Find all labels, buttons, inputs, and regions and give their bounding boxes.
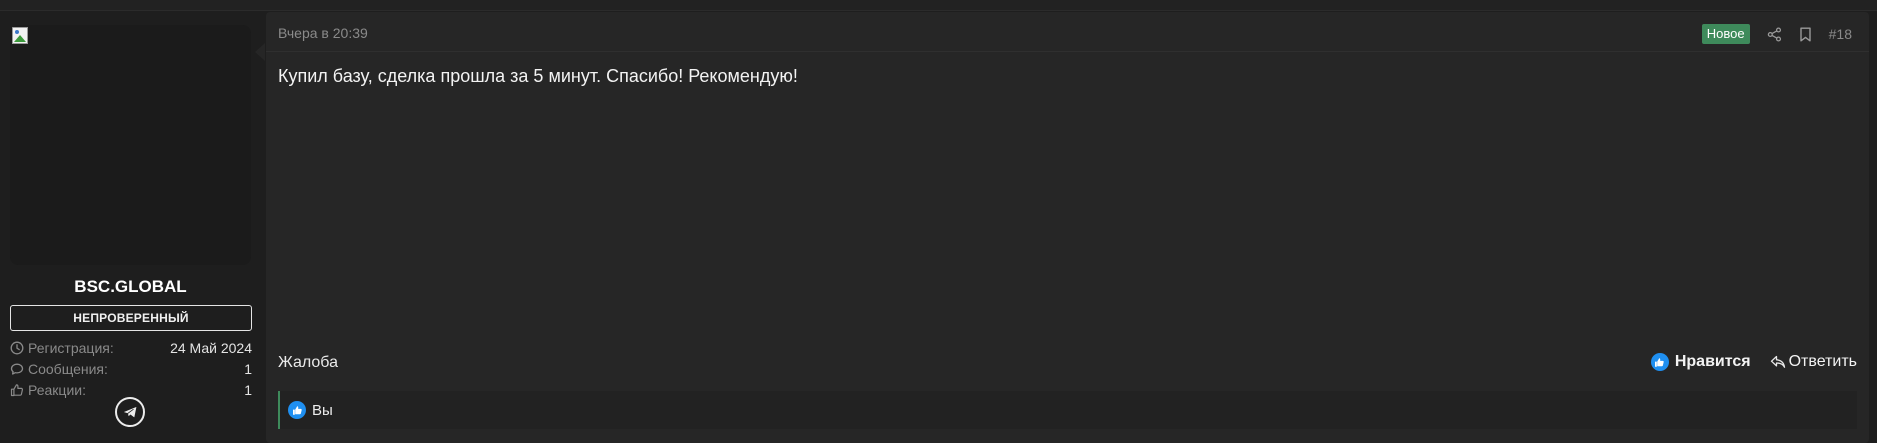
reply-button[interactable]: Ответить [1770, 353, 1857, 371]
stat-value: 1 [244, 381, 252, 398]
message-pointer [255, 43, 265, 61]
like-icon [1650, 353, 1669, 371]
username[interactable]: BSC.GLOBAL [0, 277, 261, 297]
share-button[interactable] [1767, 26, 1782, 42]
report-link[interactable]: Жалоба [278, 354, 338, 372]
like-button[interactable]: Нравится [1650, 353, 1751, 371]
reply-icon [1770, 355, 1785, 368]
like-reaction-icon [288, 401, 306, 419]
broken-image-icon [10, 25, 31, 46]
stat-value: 24 Май 2024 [170, 339, 252, 356]
message-actions: Жалоба Нравится Ответить [278, 352, 1857, 374]
message-actions-right: Нравится Ответить [1650, 353, 1857, 371]
stat-label: Регистрация: [28, 339, 114, 356]
avatar[interactable] [10, 25, 251, 265]
user-status-badge: НЕПРОВЕРЕННЫЙ [10, 305, 252, 331]
user-stats: Регистрация: 24 Май 2024 Сообщения: 1 Ре… [10, 337, 252, 400]
stat-label: Сообщения: [28, 360, 108, 377]
bookmark-button[interactable] [1799, 27, 1812, 42]
forum-post: BSC.GLOBAL НЕПРОВЕРЕННЫЙ Регистрация: 24… [0, 12, 1877, 443]
post-number-link[interactable]: #18 [1829, 26, 1852, 42]
message-header-actions: Новое #18 [1701, 24, 1852, 44]
stat-messages: Сообщения: 1 [10, 358, 252, 379]
post-date[interactable]: Вчера в 20:39 [278, 25, 368, 41]
new-badge: Новое [1701, 24, 1750, 44]
bookmark-icon [1799, 27, 1811, 41]
thumbs-up-icon [10, 383, 24, 396]
top-divider [0, 0, 1877, 11]
comments-icon [10, 363, 24, 375]
stat-label: Реакции: [28, 381, 86, 398]
reactions-bar[interactable]: Вы [278, 391, 1857, 429]
stat-value: 1 [244, 360, 252, 377]
share-icon [1767, 26, 1781, 42]
telegram-contact-button[interactable] [115, 397, 145, 427]
telegram-icon [123, 406, 138, 419]
message-text: Купил базу, сделка прошла за 5 минут. Сп… [278, 66, 798, 86]
message-body: Вчера в 20:39 Новое #18 Купил базу, сдел… [266, 12, 1869, 443]
user-info-column: BSC.GLOBAL НЕПРОВЕРЕННЫЙ Регистрация: 24… [0, 12, 263, 443]
reply-label: Ответить [1788, 353, 1857, 370]
message-header: Вчера в 20:39 Новое #18 [266, 12, 1869, 52]
like-label: Нравится [1674, 353, 1751, 370]
clock-icon [10, 341, 24, 354]
stat-registration: Регистрация: 24 Май 2024 [10, 337, 252, 358]
reaction-users[interactable]: Вы [312, 402, 333, 419]
